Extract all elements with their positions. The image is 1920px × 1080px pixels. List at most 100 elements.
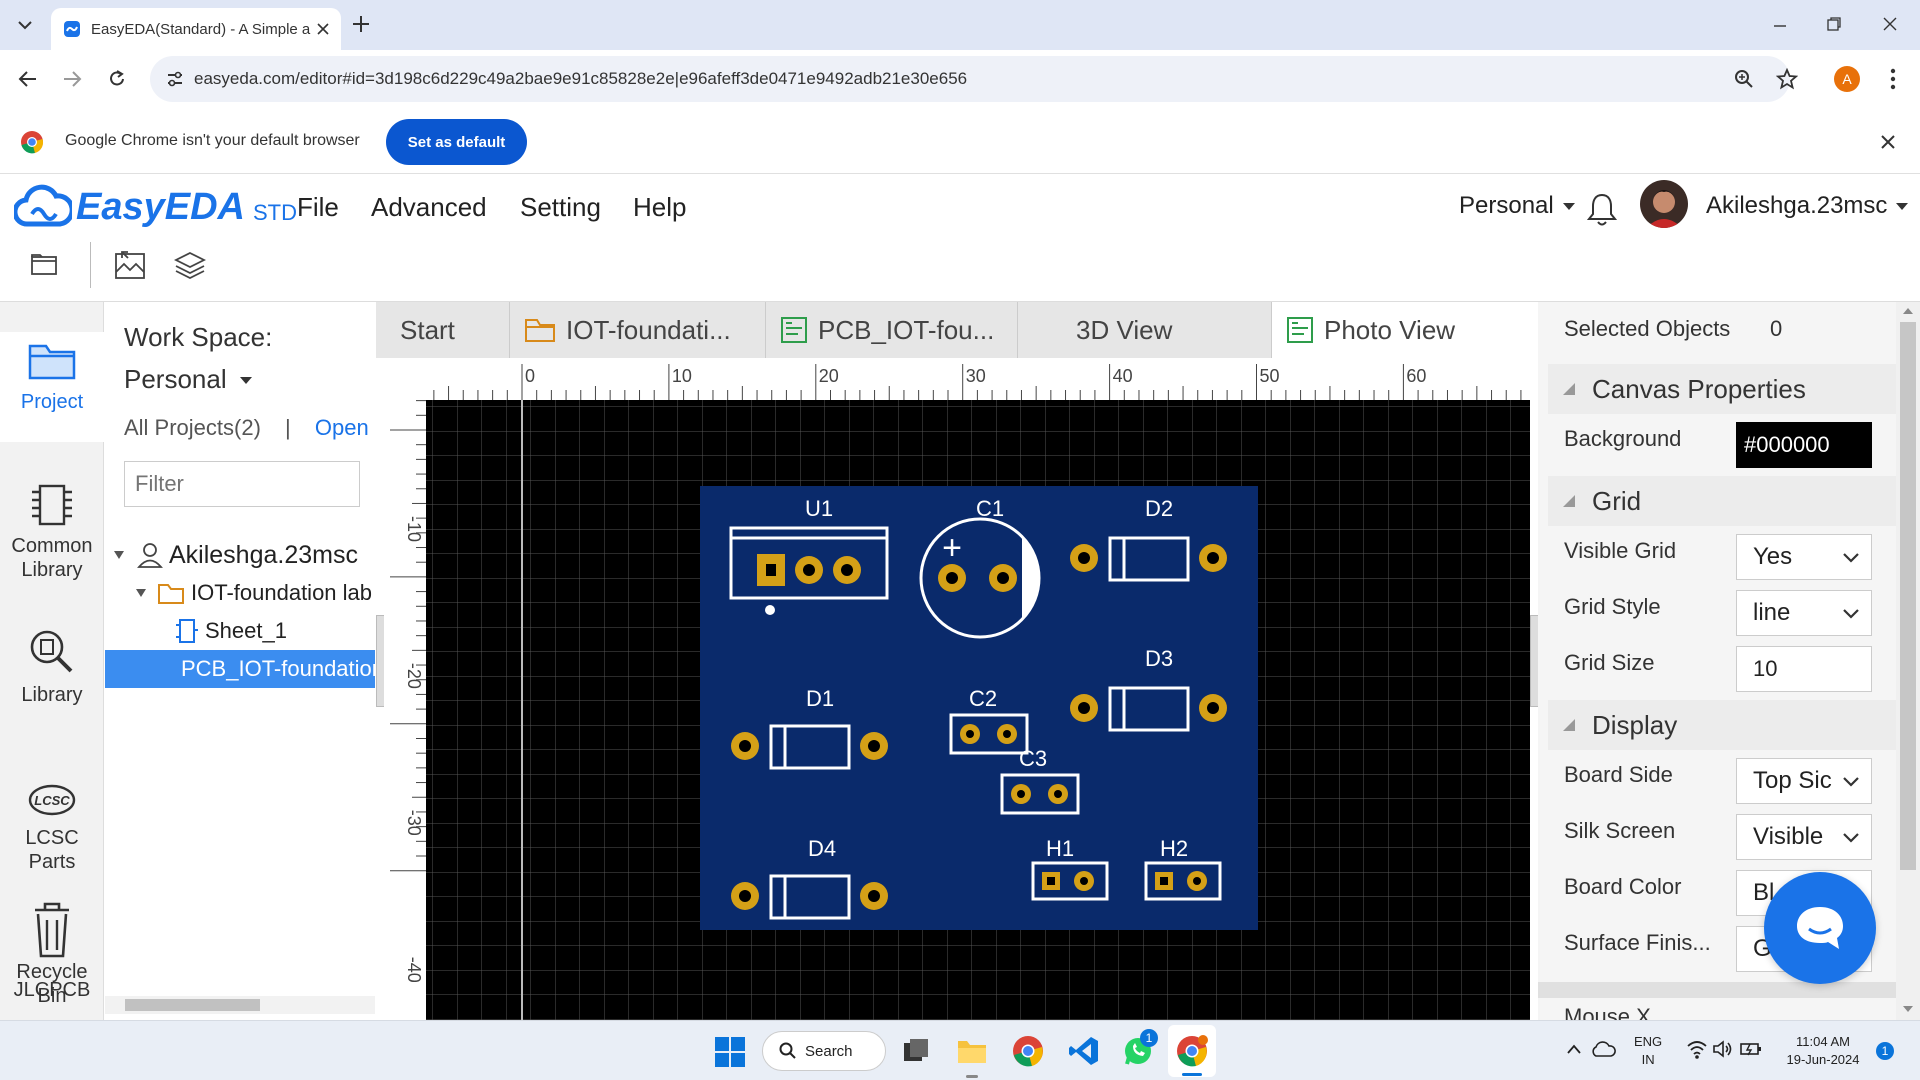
windows-start-icon[interactable]: [715, 1037, 745, 1067]
wifi-icon[interactable]: [1686, 1039, 1708, 1059]
profile-avatar[interactable]: A: [1834, 66, 1860, 92]
task-view-icon[interactable]: [902, 1037, 930, 1065]
scrollbar-thumb[interactable]: [1900, 322, 1916, 870]
scrollbar-thumb[interactable]: [125, 999, 260, 1011]
canvas-svg[interactable]: 0 10 20 30 40 50 60 -10-20-30-40 U1 C1 +…: [384, 358, 1530, 1020]
top-ruler: [384, 358, 1530, 400]
volume-icon[interactable]: [1712, 1039, 1734, 1059]
grid-header[interactable]: Grid: [1548, 476, 1900, 526]
c3-label: C3: [1019, 746, 1047, 771]
tab-3d-view[interactable]: 3D View: [1018, 302, 1272, 358]
tab-search-button[interactable]: [10, 10, 40, 40]
scroll-up-icon[interactable]: [1896, 302, 1920, 320]
h1-label: H1: [1046, 836, 1074, 861]
url-bar[interactable]: easyeda.com/editor#id=3d198c6d229c49a2ba…: [150, 56, 1798, 102]
link-separator: |: [285, 415, 291, 440]
silk-screen-value: Visible: [1753, 823, 1824, 850]
browser-tab[interactable]: EasyEDA(Standard) - A Simple a: [51, 8, 341, 50]
menu-advanced[interactable]: Advanced: [371, 192, 487, 223]
tab-start[interactable]: Start: [376, 302, 510, 358]
reload-icon[interactable]: [107, 69, 127, 89]
all-projects-link[interactable]: All Projects(2): [124, 415, 261, 440]
pcb-board[interactable]: U1 C1 + D2 D3 D1 C2 C3 D4 H1 H2: [700, 486, 1258, 930]
workspace-dropdown[interactable]: Personal: [1459, 192, 1576, 220]
zoom-icon[interactable]: [1734, 69, 1754, 89]
file-explorer-icon[interactable]: [956, 1035, 988, 1065]
back-arrow-icon[interactable]: [18, 70, 38, 88]
site-info-icon[interactable]: [166, 70, 184, 88]
nav-jlcpcb-label: JLCPCB: [13, 979, 91, 1001]
set-as-default-button[interactable]: Set as default: [386, 119, 527, 165]
chat-support-button[interactable]: [1764, 872, 1876, 984]
tree-pcb-row[interactable]: PCB_IOT-foundation: [105, 650, 375, 688]
search-icon: [779, 1042, 796, 1059]
board-side-select[interactable]: Top Sic: [1736, 758, 1872, 804]
chevron-down-icon: [1843, 553, 1859, 563]
onedrive-cloud-icon[interactable]: [1590, 1039, 1616, 1059]
show-hidden-icons-chevron[interactable]: [1566, 1043, 1582, 1055]
forward-arrow-icon[interactable]: [62, 70, 82, 88]
menu-file[interactable]: File: [297, 192, 339, 223]
open-link[interactable]: Open: [315, 415, 369, 440]
pcb-canvas[interactable]: 0 10 20 30 40 50 60 -10 -20 -30 -40 U1 C1: [384, 358, 1530, 1020]
new-tab-button[interactable]: [352, 12, 370, 40]
nav-common-library[interactable]: Common Library: [0, 482, 104, 582]
vscode-icon[interactable]: [1068, 1035, 1100, 1067]
vertical-scrollbar[interactable]: [1896, 302, 1920, 1020]
nav-project[interactable]: Project: [0, 332, 104, 442]
username-dropdown[interactable]: Akileshga.23msc: [1706, 192, 1909, 220]
infobar-message: Google Chrome isn't your default browser: [65, 132, 360, 149]
nav-jlcpcb[interactable]: JLCPCB: [0, 978, 104, 1002]
infobar-close-icon[interactable]: [1880, 134, 1896, 150]
default-browser-infobar: Google Chrome isn't your default browser…: [0, 108, 1920, 174]
grid-style-select[interactable]: line: [1736, 590, 1872, 636]
bookmark-star-icon[interactable]: [1776, 68, 1798, 90]
user-avatar[interactable]: [1640, 180, 1688, 228]
minimize-icon[interactable]: [1772, 18, 1788, 34]
layers-toolbar-icon[interactable]: [174, 250, 206, 280]
visible-grid-select[interactable]: Yes: [1736, 534, 1872, 580]
restore-icon[interactable]: [1826, 16, 1842, 32]
grid-title: Grid: [1592, 485, 1642, 516]
scroll-down-icon[interactable]: [1896, 1000, 1920, 1018]
display-header[interactable]: Display: [1548, 700, 1900, 750]
panel-divider: [1538, 982, 1920, 998]
notification-bell-icon[interactable]: [1586, 192, 1618, 228]
tab-photo-view[interactable]: Photo View: [1272, 302, 1528, 358]
system-clock[interactable]: 11:04 AM 19-Jun-2024: [1780, 1033, 1866, 1069]
open-folder-toolbar-icon[interactable]: [30, 252, 58, 276]
horizontal-scrollbar[interactable]: [105, 996, 375, 1014]
import-image-toolbar-icon[interactable]: [114, 250, 146, 280]
workspace-selector[interactable]: Personal: [124, 364, 253, 395]
collapse-triangle-icon[interactable]: [113, 550, 125, 560]
collapse-triangle-icon[interactable]: [135, 588, 147, 598]
chrome-taskbar-icon[interactable]: [1012, 1035, 1044, 1067]
tab-pcb[interactable]: PCB_IOT-fou...: [766, 302, 1018, 358]
taskbar-search[interactable]: Search: [762, 1031, 886, 1071]
close-icon[interactable]: [317, 23, 329, 35]
tab-schematic[interactable]: IOT-foundati...: [510, 302, 766, 358]
nav-library[interactable]: Library: [0, 627, 104, 707]
chrome-profile-taskbar-button[interactable]: [1168, 1025, 1216, 1077]
filter-input[interactable]: [124, 461, 360, 507]
url-text: easyeda.com/editor#id=3d198c6d229c49a2ba…: [194, 69, 968, 88]
canvas-properties-header[interactable]: Canvas Properties: [1548, 364, 1900, 414]
grid-size-input[interactable]: 10: [1736, 646, 1872, 692]
tree-sheet-row[interactable]: Sheet_1: [175, 614, 375, 648]
tree-sheet-label: Sheet_1: [205, 618, 287, 643]
ruler-left-label: -30: [404, 810, 424, 836]
menu-setting[interactable]: Setting: [520, 192, 601, 223]
left-ruler: [384, 400, 426, 1020]
silk-screen-select[interactable]: Visible: [1736, 814, 1872, 860]
easyeda-logo[interactable]: EasyEDA STD: [14, 184, 297, 230]
background-color-field[interactable]: #000000: [1736, 422, 1872, 468]
tree-project-row[interactable]: IOT-foundation lab: [127, 576, 375, 610]
window-close-icon[interactable]: [1882, 16, 1898, 32]
kebab-menu-icon[interactable]: [1890, 68, 1896, 90]
menu-help[interactable]: Help: [633, 192, 686, 223]
nav-lcsc-parts[interactable]: LCSC LCSC Parts: [0, 780, 104, 874]
language-indicator[interactable]: ENG IN: [1634, 1033, 1662, 1069]
battery-icon[interactable]: [1740, 1039, 1762, 1059]
notification-badge[interactable]: 1: [1876, 1042, 1894, 1060]
tree-user-row[interactable]: Akileshga.23msc: [105, 538, 375, 572]
